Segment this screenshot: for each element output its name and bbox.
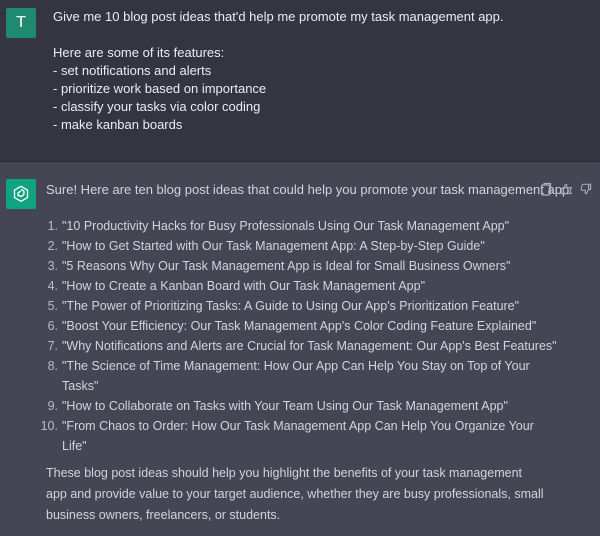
- list-item: 10. "From Chaos to Order: How Our Task Ma…: [40, 419, 534, 453]
- list-item: 5. "The Power of Prioritizing Tasks: A Gu…: [47, 299, 520, 313]
- openai-logo-icon: [6, 179, 36, 209]
- list-item: 6. "Boost Your Efficiency: Our Task Manag…: [47, 319, 537, 333]
- list-item: 3. "5 Reasons Why Our Task Management App…: [47, 259, 511, 273]
- assistant-outro: These blog post ideas should help you hi…: [46, 466, 544, 522]
- user-message-text: Give me 10 blog post ideas that'd help m…: [53, 8, 583, 134]
- list-item: 2. "How to Get Started with Our Task Mana…: [47, 239, 485, 253]
- list-item: 8. "The Science of Time Management: How O…: [47, 359, 530, 393]
- user-message-line: Here are some of its features:: [53, 45, 225, 60]
- copy-icon[interactable]: [540, 182, 552, 196]
- message-actions: [540, 182, 592, 196]
- user-message-line: - prioritize work based on importance: [53, 81, 267, 96]
- thumbs-up-icon[interactable]: [560, 182, 572, 196]
- assistant-intro: Sure! Here are ten blog post ideas that …: [46, 182, 573, 197]
- user-avatar: T: [6, 8, 36, 38]
- user-message-line: - classify your tasks via color coding: [53, 99, 261, 114]
- list-item: 7. "Why Notifications and Alerts are Cruc…: [47, 339, 557, 353]
- blog-ideas-list: 1. "10 Productivity Hacks for Busy Profes…: [38, 216, 558, 456]
- thumbs-down-icon[interactable]: [580, 182, 592, 196]
- user-message-line: Give me 10 blog post ideas that'd help m…: [53, 9, 504, 24]
- list-item: 4. "How to Create a Kanban Board with Our…: [47, 279, 426, 293]
- list-item: 9. "How to Collaborate on Tasks with Your…: [47, 399, 508, 413]
- assistant-message: Sure! Here are ten blog post ideas that …: [0, 162, 600, 536]
- list-item: 1. "10 Productivity Hacks for Busy Profes…: [47, 219, 510, 233]
- user-message: T Give me 10 blog post ideas that'd help…: [0, 0, 600, 162]
- user-message-line: - set notifications and alerts: [53, 63, 212, 78]
- user-message-line: - make kanban boards: [53, 117, 183, 132]
